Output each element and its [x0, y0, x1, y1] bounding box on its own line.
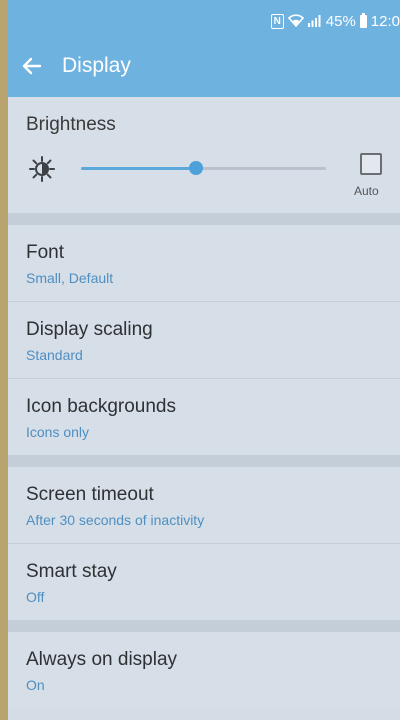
- page-title: Display: [62, 54, 131, 77]
- setting-icon-backgrounds[interactable]: Icon backgrounds Icons only: [8, 379, 400, 455]
- auto-brightness-label: Auto: [354, 184, 379, 198]
- arrow-back-icon[interactable]: [20, 44, 60, 88]
- section-divider: [8, 213, 400, 225]
- setting-value: Off: [26, 589, 45, 605]
- settings-content: Brightness Auto Font Small, Default Disp…: [8, 97, 400, 720]
- settings-group-1: Font Small, Default Display scaling Stan…: [8, 225, 400, 455]
- auto-brightness-checkbox[interactable]: [360, 153, 382, 175]
- section-divider: [8, 455, 400, 467]
- setting-value: Icons only: [26, 424, 90, 440]
- battery-percent: 45%: [325, 12, 356, 30]
- setting-title: Font: [26, 242, 65, 263]
- setting-smart-stay[interactable]: Smart stay Off: [8, 544, 400, 620]
- sun-icon: [28, 155, 56, 183]
- setting-value: Small, Default: [26, 270, 114, 286]
- setting-display-scaling[interactable]: Display scaling Standard: [8, 302, 400, 379]
- setting-title: Screen timeout: [26, 484, 154, 505]
- status-bar: N 45% 12:0: [270, 10, 400, 32]
- nfc-icon: N: [270, 13, 284, 29]
- screen: N 45% 12:0 Display Brightness Auto Font …: [8, 0, 400, 720]
- app-bar: N 45% 12:0 Display: [8, 0, 400, 97]
- signal-icon: [307, 14, 322, 29]
- settings-group-2: Screen timeout After 30 seconds of inact…: [8, 467, 400, 620]
- toolbar: Display: [8, 44, 400, 88]
- setting-title: Icon backgrounds: [26, 396, 176, 417]
- setting-title: Smart stay: [26, 561, 117, 582]
- setting-always-on-display[interactable]: Always on display On: [8, 632, 400, 708]
- section-divider: [8, 620, 400, 632]
- battery-icon: [359, 12, 367, 28]
- clock: 12:0: [370, 12, 400, 30]
- setting-value: After 30 seconds of inactivity: [26, 512, 205, 528]
- slider-thumb[interactable]: [189, 161, 204, 175]
- setting-value: On: [26, 677, 45, 693]
- wifi-icon: [287, 13, 304, 29]
- brightness-title: Brightness: [26, 114, 116, 135]
- setting-value: Standard: [26, 347, 83, 363]
- setting-title: Always on display: [26, 649, 178, 670]
- brightness-slider[interactable]: [81, 157, 326, 179]
- setting-screen-timeout[interactable]: Screen timeout After 30 seconds of inact…: [8, 467, 400, 544]
- setting-font[interactable]: Font Small, Default: [8, 225, 400, 302]
- device-frame: N 45% 12:0 Display Brightness Auto Font …: [0, 0, 400, 720]
- setting-title: Display scaling: [26, 319, 153, 340]
- brightness-section: Brightness Auto: [8, 97, 400, 213]
- settings-group-3: Always on display On: [8, 632, 400, 708]
- slider-fill: [81, 167, 197, 170]
